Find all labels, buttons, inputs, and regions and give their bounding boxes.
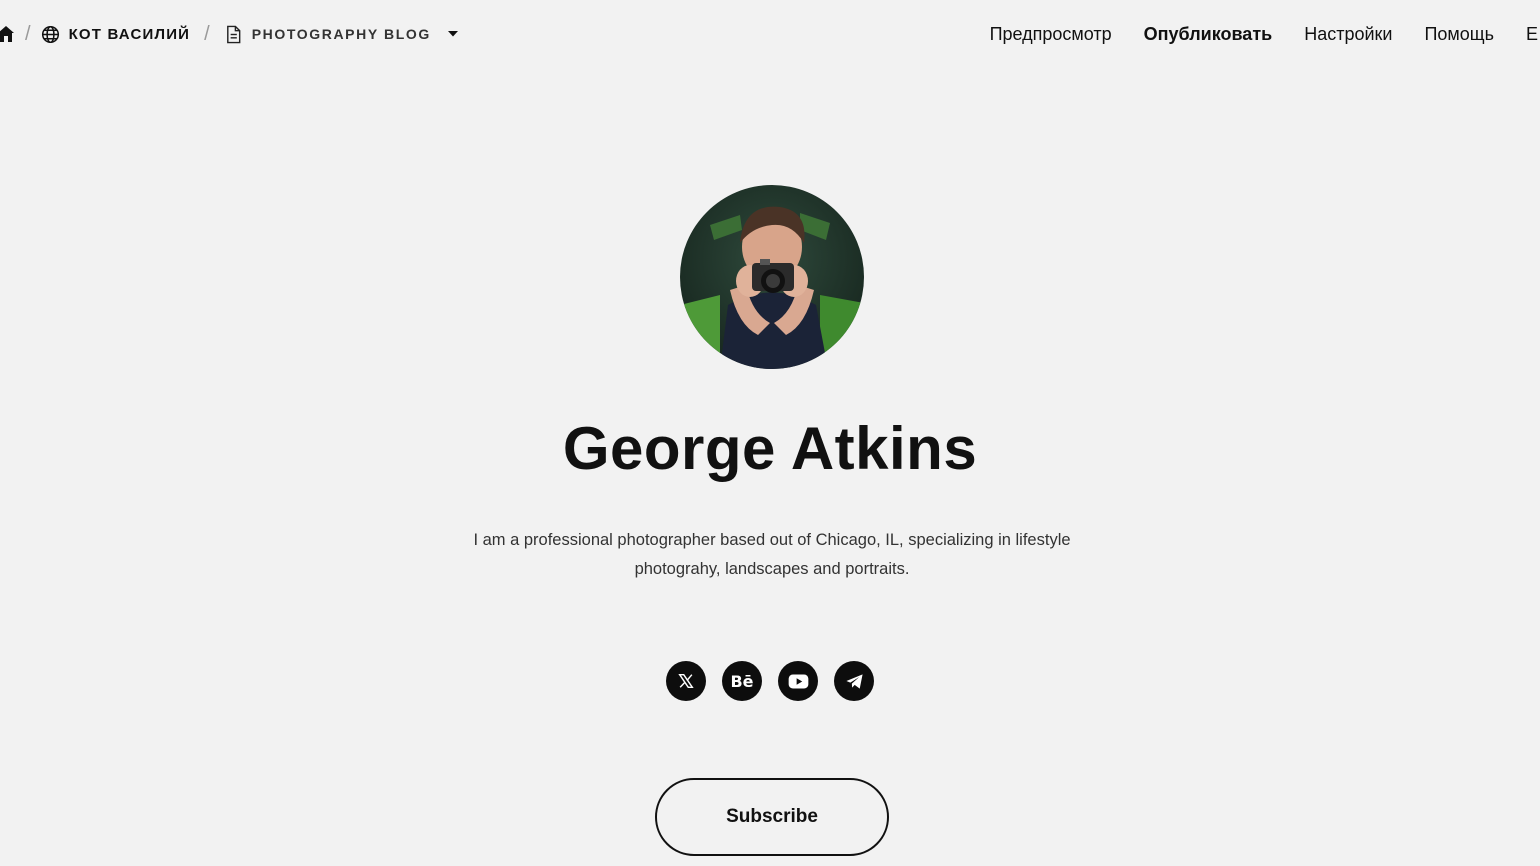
caret-down-icon[interactable] <box>447 30 459 38</box>
breadcrumb-page[interactable]: PHOTOGRAPHY BLOG <box>224 25 431 44</box>
breadcrumb-page-label: PHOTOGRAPHY BLOG <box>251 26 431 42</box>
x-icon[interactable] <box>666 661 706 701</box>
avatar <box>680 185 864 369</box>
breadcrumb: / КОТ ВАСИЛИЙ / PHOTOGRAPHY BLOG <box>0 0 459 68</box>
telegram-icon[interactable] <box>834 661 874 701</box>
breadcrumb-separator: / <box>25 22 31 45</box>
profile-bio: I am a professional photographer based o… <box>473 531 1071 578</box>
breadcrumb-site[interactable]: КОТ ВАСИЛИЙ <box>41 25 191 44</box>
home-icon[interactable] <box>0 25 15 43</box>
more-link[interactable]: Е <box>1526 24 1540 45</box>
youtube-icon[interactable] <box>778 661 818 701</box>
top-nav: Предпросмотр Опубликовать Настройки Помо… <box>958 0 1540 68</box>
document-icon <box>224 25 243 44</box>
publish-link[interactable]: Опубликовать <box>1144 24 1273 45</box>
top-bar: / КОТ ВАСИЛИЙ / PHOTOGRAPHY BLOG Предпро… <box>0 0 1540 68</box>
subscribe-button[interactable]: Subscribe <box>655 778 889 856</box>
help-link[interactable]: Помощь <box>1424 24 1494 45</box>
behance-label: Bē <box>730 671 754 691</box>
settings-link[interactable]: Настройки <box>1304 24 1392 45</box>
social-links: Bē <box>0 661 1540 701</box>
globe-icon <box>41 25 60 44</box>
breadcrumb-separator: / <box>204 22 210 45</box>
behance-icon[interactable]: Bē <box>722 661 762 701</box>
preview-link[interactable]: Предпросмотр <box>990 24 1112 45</box>
breadcrumb-site-label: КОТ ВАСИЛИЙ <box>68 25 191 43</box>
profile-name: George Atkins <box>562 415 978 482</box>
